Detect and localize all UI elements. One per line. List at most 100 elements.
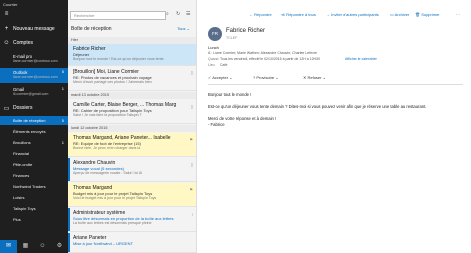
account-item-gmail[interactable]: Gmail lil.cormier@gmail.com 1: [0, 85, 68, 99]
message-item[interactable]: Ariane Paneter Mise à jour Northwind – U…: [68, 233, 196, 253]
message-item[interactable]: Administrateur système Sous titre désorm…: [68, 208, 196, 232]
folders-label: Dossiers: [13, 105, 33, 111]
folder-name: Pitte-crotte: [13, 162, 33, 167]
folder-icon: ▭: [3, 105, 10, 112]
divider: [208, 84, 463, 85]
decline-button[interactable]: ✕ Refuser ⌄: [303, 75, 326, 80]
sender-name[interactable]: Fabrice Richer: [226, 28, 265, 34]
sync-icon[interactable]: ↻: [176, 11, 184, 20]
account-email: liane.cormier@contoso.com: [13, 59, 58, 63]
message-item[interactable]: Thomas Margand Budget mis à jour pour le…: [68, 183, 196, 207]
sender-subtitle: TCLEF: [226, 36, 238, 40]
mail-app: Courrier ≡ + Nouveau message ☺ Comptes E…: [0, 0, 471, 253]
avatar: FR: [208, 27, 222, 41]
accounts-label: Comptes: [13, 40, 34, 46]
invite-participants-button[interactable]: → Inviter d'autres participants: [326, 12, 379, 17]
unread-count: 1: [61, 86, 64, 91]
message-preview: Bonjour tout le monde ! Est-ce qu'un déj…: [73, 57, 164, 61]
flag-icon[interactable]: ⚑: [189, 137, 193, 142]
app-title: Courrier: [3, 2, 18, 7]
message-item[interactable]: [Brouillon] Moi, Liane Cormier RE: Photo…: [68, 67, 196, 91]
date-group-header: lundi 12 octobre 2015: [68, 125, 196, 132]
search-input[interactable]: Rechercher: [70, 11, 166, 20]
message-subject: Mise à jour Northwind – URGENT: [73, 241, 134, 246]
new-message-button[interactable]: + Nouveau message: [0, 24, 68, 34]
folder-item-financial[interactable]: Financial: [0, 149, 68, 158]
folder-item-sent[interactable]: Éléments envoyés: [0, 127, 68, 136]
folder-item-loisirs[interactable]: Loisirs: [0, 193, 68, 202]
folder-item-northwind[interactable]: Northwind Traders: [0, 182, 68, 191]
message-preview: Bonne idée. Je peux m'en charger dans la: [73, 146, 141, 150]
settings-icon[interactable]: ⚙: [51, 240, 68, 253]
folder-name: Loisirs: [13, 195, 25, 200]
message-item[interactable]: Camille Carter, Blaise Berger, ... Thoma…: [68, 100, 196, 124]
folder-name: Brouillons: [13, 140, 31, 145]
unread-count: 5: [61, 69, 64, 74]
reply-button[interactable]: ← Répondre: [249, 12, 272, 17]
delete-button[interactable]: 🗑 Supprimer: [415, 12, 440, 17]
when-value: Tous les vendredi, effectif le 02/10/201…: [220, 57, 320, 61]
folder-item-inbox[interactable]: Boîte de réception 5: [0, 116, 68, 125]
where-label: Lieu: [208, 63, 215, 67]
message-item[interactable]: Thomas Margand, Ariane Paneter... Isabel…: [68, 133, 196, 157]
attachment-icon: ▯: [190, 70, 193, 75]
folder-item-drafts[interactable]: Brouillons 1: [0, 138, 68, 147]
bottom-app-switcher: ✉ ▦ ☺ ⚙: [0, 240, 68, 253]
folder-name: Northwind Traders: [13, 184, 46, 189]
when-row: QuandTous les vendredi, effectif le 02/1…: [208, 57, 320, 61]
recipients[interactable]: À : Liane Cormier; Marie Wathen; Alexand…: [208, 51, 317, 55]
where-value: Café: [220, 63, 228, 67]
folder-name: Éléments envoyés: [13, 129, 46, 134]
account-item-outlook[interactable]: Outlook liane.cormier@contoso.com 5: [0, 68, 68, 83]
list-header: Boîte de réception: [71, 26, 112, 32]
folder-item-finances[interactable]: Finances: [0, 171, 68, 180]
important-icon: !: [191, 212, 193, 217]
message-preview: Merci d'avoir partagé ces photos ! J'aim…: [73, 80, 152, 84]
people-icon[interactable]: ☺: [34, 240, 51, 253]
body-line: - Fabrice: [208, 122, 225, 127]
where-row: Lieu Café: [208, 63, 227, 67]
flag-icon[interactable]: ⚑: [189, 187, 193, 192]
account-item-work[interactable]: E-mail pro liane.cormier@contoso.com: [0, 52, 68, 66]
search-icon[interactable]: ⌕: [166, 11, 174, 20]
account-email: liane.cormier@contoso.com: [13, 75, 58, 79]
when-label: Quand: [208, 57, 219, 61]
body-line: Est-ce qu'un déjeuner vous tente demain …: [208, 104, 427, 109]
more-options-button[interactable]: ···: [456, 12, 460, 17]
mail-icon[interactable]: ✉: [0, 240, 17, 253]
hamburger-icon: ≡: [4, 10, 9, 17]
new-message-label: Nouveau message: [13, 26, 55, 32]
message-preview: Salut ! Je vais faire la proposition Tai…: [73, 113, 142, 117]
select-mode-icon[interactable]: ☰: [186, 11, 194, 20]
accounts-button[interactable]: ☺ Comptes: [0, 38, 68, 48]
message-preview: Aperçu de messagerie vocale : Salut ! Ic…: [73, 171, 143, 175]
calendar-icon[interactable]: ▦: [17, 240, 34, 253]
folder-count: 1: [61, 140, 64, 145]
message-preview: La boîte aux lettres est désormais presq…: [73, 221, 152, 225]
message-item[interactable]: Fabrice Richer Déjeuner Bonjour tout le …: [68, 44, 196, 66]
reading-pane: ← Répondre ≪ Répondre à tous → Inviter d…: [197, 0, 471, 253]
accept-button[interactable]: ✓ Accepter ⌄: [208, 75, 233, 80]
archive-button[interactable]: ▭ Archiver: [390, 12, 409, 17]
body-line: Bonjour tout le monde !: [208, 92, 252, 97]
folder-name: Tailspin Toys: [13, 206, 36, 211]
folder-name: Financial: [13, 151, 30, 156]
folder-count: 5: [61, 118, 64, 123]
folder-item-pitte-crotte[interactable]: Pitte-crotte: [0, 160, 68, 169]
plus-icon: +: [4, 26, 9, 32]
folder-item-more[interactable]: Plus: [0, 215, 68, 224]
message-item[interactable]: Alexandre Chauvin Message vocal (5 secon…: [68, 158, 196, 182]
folder-name: Finances: [13, 173, 30, 178]
folders-button[interactable]: ▭ Dossiers: [0, 103, 68, 113]
hamburger-menu-button[interactable]: ≡: [0, 9, 68, 18]
tentative-button[interactable]: ? Provisoire ⌄: [253, 75, 279, 80]
message-list: Rechercher ⌕ ↻ ☰ Boîte de réception Tous…: [68, 0, 197, 253]
reply-all-button[interactable]: ≪ Répondre à tous: [281, 12, 316, 17]
attachment-icon: ▯: [190, 162, 193, 167]
view-calendar-link[interactable]: Afficher le calendrier: [345, 57, 377, 61]
body-line: Merci de votre réponse et à demain !: [208, 116, 277, 121]
date-group-header: mardi 13 octobre 2015: [68, 92, 196, 99]
folder-item-tailspin[interactable]: Tailspin Toys: [0, 204, 68, 213]
filter-dropdown[interactable]: Tous ⌄: [177, 26, 190, 31]
account-email: lil.cormier@gmail.com: [13, 92, 49, 96]
